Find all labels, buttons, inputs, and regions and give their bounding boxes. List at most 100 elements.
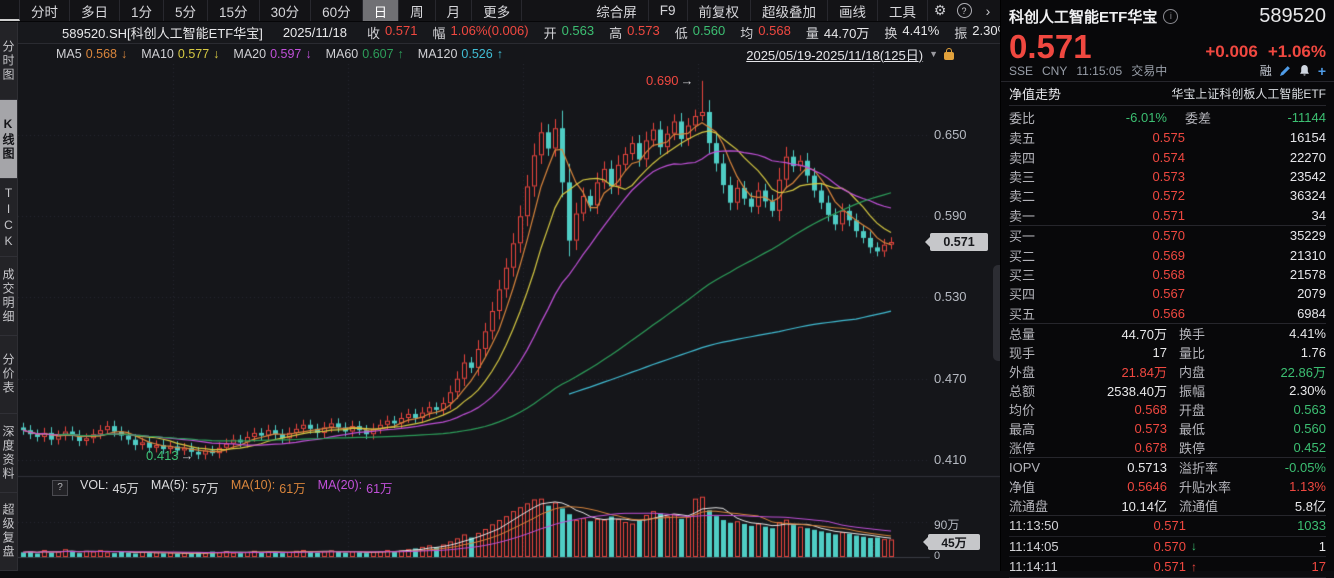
quote-info-label: 换 — [884, 23, 897, 42]
panel-collapse-handle[interactable] — [993, 265, 1000, 361]
period-toolbar: 分时多日1分5分15分30分60分日周月更多 综合屏F9前复权超级叠加画线工具 … — [0, 0, 1000, 22]
level-qty: 34 — [1185, 208, 1326, 223]
period-tab[interactable]: 15分 — [208, 0, 260, 21]
period-tab[interactable]: 60分 — [311, 0, 363, 21]
level-qty: 22270 — [1185, 150, 1326, 165]
ma-label: MA60 — [326, 47, 359, 61]
info-icon[interactable]: i — [1163, 9, 1178, 24]
ma-value: 0.568 — [86, 47, 117, 61]
ask-row[interactable]: 卖二 0.572 36324 — [1009, 186, 1326, 205]
tick-direction-arrow-icon: ↑ — [1186, 560, 1202, 574]
period-tab[interactable]: 分时 — [20, 0, 70, 21]
sidebar-item[interactable]: TICK — [0, 179, 17, 257]
edit-pencil-icon[interactable] — [1280, 65, 1291, 76]
sidebar-item[interactable]: 分时图 — [0, 22, 17, 100]
ask-row[interactable]: 卖四 0.574 22270 — [1009, 147, 1326, 166]
tick-qty: 17 — [1202, 559, 1326, 574]
sidebar-item[interactable]: 分价表 — [0, 336, 17, 414]
stats-row: 总额 2538.40万 振幅 2.30% — [1009, 381, 1326, 400]
quote-info-label: 低 — [675, 23, 688, 42]
margin-badge: 融 — [1260, 62, 1272, 79]
toolbar-corner — [0, 0, 20, 21]
tool-button[interactable]: 超级叠加 — [751, 0, 828, 21]
ma-value: 0.526 — [461, 47, 492, 61]
level-label: 买三 — [1009, 265, 1057, 284]
tick-row[interactable]: 11:14:11 0.571 ↑ 17 — [1009, 557, 1326, 578]
quote-info-segment: 589520.SH[科创人工智能ETF华宝] — [62, 23, 268, 42]
alert-bell-icon[interactable] — [1299, 65, 1310, 76]
tick-row[interactable]: 11:13:50 0.571 1033 — [1009, 516, 1326, 537]
level-qty: 21578 — [1185, 267, 1326, 282]
exchange-label: SSE — [1009, 64, 1033, 78]
quote-detail-panel: 科创人工智能ETF华宝 i 589520 0.571 +0.006 +1.06%… — [1000, 0, 1334, 571]
tick-qty: 1 — [1202, 539, 1326, 554]
quote-info-value: 1.06%(0.006) — [451, 23, 529, 42]
sidebar-item[interactable]: K线图 — [0, 100, 17, 178]
sidebar-item[interactable]: 成交明细 — [0, 257, 17, 335]
high-price-annotation: 0.690 → — [646, 73, 694, 88]
period-tab[interactable]: 月 — [436, 0, 473, 21]
fund-stats-section: IOPV 0.5713 溢折率 -0.05% 净值 0.5646 升贴水率 1.… — [1009, 457, 1326, 516]
volume-axis-zero: 0 — [934, 550, 940, 562]
settings-gear-icon[interactable]: ⚙ — [928, 0, 952, 21]
bid-row[interactable]: 买一 0.570 35229 — [1009, 226, 1326, 245]
date-range-text: 2025/05/19-2025/11/18(125日) — [746, 45, 923, 64]
quote-info-label: 收 — [367, 23, 380, 42]
quote-info-value: 0.571 — [385, 23, 418, 42]
ask-row[interactable]: 卖一 0.571 34 — [1009, 206, 1326, 225]
volume-indicator-label: MA(20): — [318, 478, 362, 497]
tick-direction-arrow-icon: ↓ — [1186, 539, 1202, 553]
ask-row[interactable]: 卖三 0.573 23542 — [1009, 167, 1326, 186]
commission-diff-value: -11144 — [1211, 110, 1326, 125]
tool-button[interactable]: 前复权 — [688, 0, 752, 21]
level-qty: 23542 — [1185, 169, 1326, 184]
period-tab[interactable]: 30分 — [260, 0, 312, 21]
level-price: 0.573 — [1057, 169, 1185, 184]
quote-info-segment: 高 0.573 — [609, 23, 660, 42]
ask-row[interactable]: 卖五 0.575 16154 — [1009, 128, 1326, 147]
stats-row: 流通盘 10.14亿 流通值 5.8亿 — [1009, 496, 1326, 515]
ma-value: 0.607 — [362, 47, 393, 61]
tool-button[interactable]: 画线 — [828, 0, 878, 21]
level-price: 0.570 — [1057, 228, 1185, 243]
tick-row[interactable]: 11:14:05 0.570 ↓ 1 — [1009, 537, 1326, 558]
bid-row[interactable]: 买二 0.569 21310 — [1009, 245, 1326, 264]
sidebar-item[interactable]: 超级复盘 — [0, 493, 17, 571]
ma-trend-arrow-icon: ↓ — [305, 47, 311, 61]
quote-info-segment: 量 44.70万 — [806, 23, 870, 42]
add-watchlist-icon[interactable]: + — [1318, 63, 1326, 79]
tool-button[interactable]: 综合屏 — [585, 0, 649, 21]
volume-indicator-item: MA(5): 57万 — [151, 478, 219, 497]
tick-time: 11:14:11 — [1009, 559, 1079, 574]
tick-qty: 1033 — [1202, 518, 1326, 533]
quote-info-label: 量 — [806, 23, 819, 42]
tool-button[interactable]: 工具 — [878, 0, 928, 21]
period-tab[interactable]: 更多 — [472, 0, 522, 21]
period-tab[interactable]: 1分 — [120, 0, 164, 21]
bid-row[interactable]: 买三 0.568 21578 — [1009, 265, 1326, 284]
period-tab[interactable]: 日 — [363, 0, 400, 21]
period-tab[interactable]: 周 — [399, 0, 436, 21]
sidebar-item[interactable]: 深度资料 — [0, 414, 17, 492]
period-tab[interactable]: 多日 — [70, 0, 120, 21]
bid-row[interactable]: 买四 0.567 2079 — [1009, 284, 1326, 303]
date-range-selector[interactable]: 2025/05/19-2025/11/18(125日) ▼ — [746, 45, 954, 64]
ma-label: MA10 — [141, 47, 174, 61]
volume-indicator-value: 61万 — [366, 478, 392, 497]
help-icon[interactable]: ? — [952, 0, 976, 21]
bid-row[interactable]: 买五 0.566 6984 — [1009, 304, 1326, 323]
change-percent: +1.06% — [1268, 42, 1326, 62]
quote-info-value: 4.41% — [902, 23, 939, 42]
tick-price: 0.570 — [1079, 539, 1186, 554]
quote-info-segment: 均 0.568 — [740, 23, 791, 42]
volume-indicator-value: 61万 — [279, 478, 305, 497]
ma-label: MA5 — [56, 47, 82, 61]
lock-icon[interactable] — [944, 52, 954, 60]
period-tab[interactable]: 5分 — [164, 0, 208, 21]
toolbar-expand-arrow-icon[interactable]: › — [976, 0, 1000, 21]
level-label: 卖二 — [1009, 186, 1057, 205]
level-price: 0.568 — [1057, 267, 1185, 282]
volume-help-icon[interactable]: ? — [52, 480, 68, 496]
nav-value-trend-link[interactable]: 净值走势 — [1009, 84, 1061, 103]
tool-button[interactable]: F9 — [649, 0, 688, 21]
